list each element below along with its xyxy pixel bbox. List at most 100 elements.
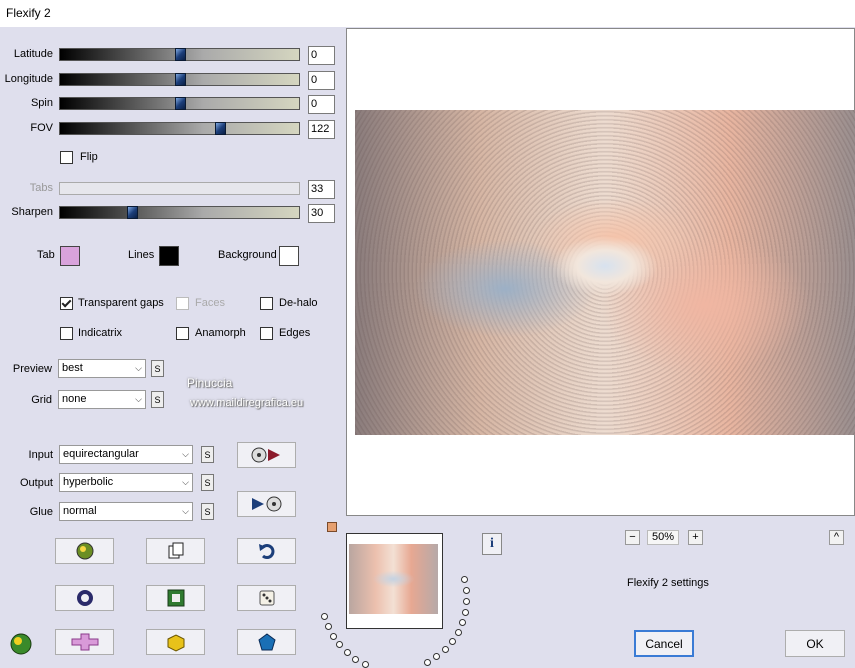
dial-dot[interactable] <box>459 619 466 626</box>
slider-label: FOV <box>30 122 53 134</box>
output-to-input-button[interactable] <box>237 491 296 517</box>
slider-value-field[interactable]: 0 <box>308 71 335 90</box>
background-color-swatch[interactable] <box>279 246 299 266</box>
chevron-down-icon: ⌵ <box>182 477 189 487</box>
slider-track[interactable] <box>59 182 300 195</box>
dial-dot[interactable] <box>449 638 456 645</box>
undo-icon <box>258 544 274 559</box>
dial-dot[interactable] <box>442 646 449 653</box>
dial-dot[interactable] <box>462 609 469 616</box>
preview-s-button[interactable]: S <box>151 360 164 377</box>
grid-select[interactable]: none ⌵ <box>58 390 146 409</box>
dice-icon <box>259 590 274 606</box>
indicatrix-label: Indicatrix <box>78 327 123 339</box>
glue-s-button[interactable]: S <box>201 503 214 520</box>
zoom-level: 50% <box>647 530 679 545</box>
arrow-to-cd-icon <box>251 496 281 512</box>
faces-checkbox[interactable] <box>176 297 189 310</box>
undo-button[interactable] <box>237 538 296 564</box>
navigator-handle[interactable] <box>327 522 337 532</box>
info-button[interactable]: i <box>482 533 502 555</box>
copy-button[interactable] <box>146 538 205 564</box>
faces-label: Faces <box>195 297 225 309</box>
slider-track[interactable] <box>59 206 300 219</box>
slider-value-field[interactable]: 0 <box>308 46 335 65</box>
slider-track[interactable] <box>59 97 300 110</box>
grid-s-button[interactable]: S <box>151 391 164 408</box>
input-s-button[interactable]: S <box>201 446 214 463</box>
slider-thumb[interactable] <box>175 48 186 61</box>
slider-thumb[interactable] <box>175 73 186 86</box>
slider-thumb[interactable] <box>175 97 186 110</box>
slider-label: Sharpen <box>11 206 53 218</box>
cube-button[interactable] <box>146 629 205 655</box>
title-bar: Flexify 2 <box>0 0 855 27</box>
dial-dot[interactable] <box>330 633 337 640</box>
anamorph-label: Anamorph <box>195 327 246 339</box>
frame-icon <box>167 589 184 607</box>
collapse-button[interactable]: ^ <box>829 530 844 545</box>
flip-checkbox[interactable] <box>60 151 73 164</box>
slider-thumb[interactable] <box>127 206 138 219</box>
tab-color-swatch[interactable] <box>60 246 80 266</box>
chevron-down-icon: ⌵ <box>135 363 142 373</box>
glue-select[interactable]: normal ⌵ <box>59 502 193 521</box>
dial-dot[interactable] <box>336 641 343 648</box>
cancel-button[interactable]: Cancel <box>634 630 694 657</box>
dial-dot[interactable] <box>344 649 351 656</box>
dial-dot[interactable] <box>433 653 440 660</box>
copy-icon <box>168 542 183 559</box>
grid-value: none <box>62 393 87 405</box>
dial-dot[interactable] <box>461 576 468 583</box>
randomize-colors-button[interactable] <box>55 538 114 564</box>
zoom-out-button[interactable]: − <box>625 530 640 545</box>
slider-track[interactable] <box>59 48 300 61</box>
dial-dot[interactable] <box>325 623 332 630</box>
ok-button[interactable]: OK <box>785 630 845 657</box>
cross-button[interactable] <box>55 629 114 655</box>
preview-label: Preview <box>12 363 52 375</box>
output-select[interactable]: hyperbolic ⌵ <box>59 473 193 492</box>
lines-color-swatch[interactable] <box>159 246 179 266</box>
slider-value-field[interactable]: 0 <box>308 95 335 114</box>
slider-label: Latitude <box>13 48 53 60</box>
input-to-output-button[interactable] <box>237 442 296 468</box>
de-halo-checkbox[interactable] <box>260 297 273 310</box>
slider-value-field[interactable]: 33 <box>308 180 335 199</box>
grid-label: Grid <box>31 394 52 406</box>
glue-label: Glue <box>29 506 53 518</box>
edges-label: Edges <box>279 327 311 339</box>
edges-checkbox[interactable] <box>260 327 273 340</box>
input-select[interactable]: equirectangular ⌵ <box>59 445 193 464</box>
dial-dot[interactable] <box>424 659 431 666</box>
output-s-button[interactable]: S <box>201 474 214 491</box>
slider-track[interactable] <box>59 122 300 135</box>
preview-canvas[interactable] <box>346 28 855 516</box>
background-color-label: Background <box>218 249 277 261</box>
slider-value-field[interactable]: 122 <box>308 120 335 139</box>
slider-value-field[interactable]: 30 <box>308 204 335 223</box>
dial-dot[interactable] <box>352 656 359 663</box>
dial-dot[interactable] <box>321 613 328 620</box>
random-button[interactable] <box>237 585 296 611</box>
chevron-down-icon: ⌵ <box>182 506 189 516</box>
frame-button[interactable] <box>146 585 205 611</box>
transparent-gaps-checkbox[interactable] <box>60 297 73 310</box>
ring-button[interactable] <box>55 585 114 611</box>
dial-dot[interactable] <box>455 629 462 636</box>
zoom-in-button[interactable]: + <box>688 530 703 545</box>
dial-dot[interactable] <box>362 661 369 668</box>
slider-track[interactable] <box>59 73 300 86</box>
navigator-thumbnail[interactable] <box>346 533 443 629</box>
input-value: equirectangular <box>63 448 139 460</box>
pentagon-button[interactable] <box>237 629 296 655</box>
dial-dot[interactable] <box>463 598 470 605</box>
preview-select[interactable]: best ⌵ <box>58 359 146 378</box>
output-label: Output <box>19 477 53 489</box>
ring-icon <box>76 590 93 606</box>
indicatrix-checkbox[interactable] <box>60 327 73 340</box>
pentagon-icon <box>257 633 276 651</box>
anamorph-checkbox[interactable] <box>176 327 189 340</box>
slider-thumb[interactable] <box>215 122 226 135</box>
dial-dot[interactable] <box>463 587 470 594</box>
